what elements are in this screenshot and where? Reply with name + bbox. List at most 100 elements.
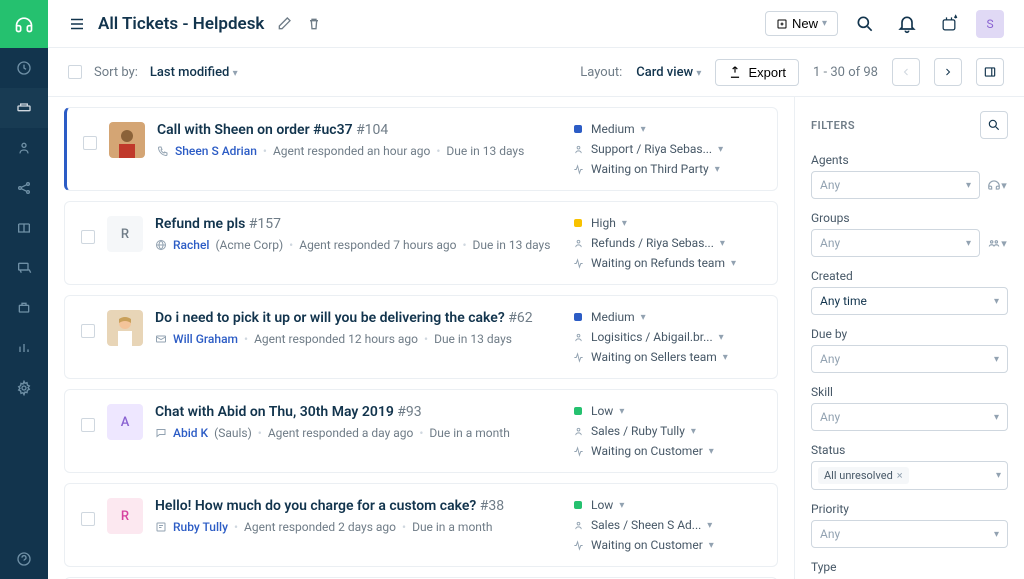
ticket-checkbox[interactable] <box>81 418 95 432</box>
contact-avatar[interactable]: R <box>107 498 143 534</box>
status-dropdown[interactable]: Waiting on Customer ▾ <box>571 444 761 458</box>
group-agent-dropdown[interactable]: Refunds / Riya Sebas... ▾ <box>571 236 761 250</box>
contact-avatar[interactable]: R <box>107 216 143 252</box>
title-actions <box>276 16 322 32</box>
ticket-due: Due in 13 days <box>473 238 551 252</box>
ticket-subject[interactable]: Do i need to pick it up or will you be d… <box>155 310 559 326</box>
sidebar-item-bots[interactable] <box>0 288 48 328</box>
priority-dropdown[interactable]: Medium ▾ <box>571 310 761 324</box>
notifications-icon[interactable] <box>892 9 922 39</box>
ticket-card[interactable]: R Hello! How much do you charge for a cu… <box>64 483 778 567</box>
export-button[interactable]: Export <box>715 59 799 86</box>
status-dropdown[interactable]: Waiting on Refunds team ▾ <box>571 256 761 270</box>
ticket-subject[interactable]: Call with Sheen on order #uc37 #104 <box>157 122 559 138</box>
ticket-list: Call with Sheen on order #uc37 #104 Shee… <box>48 97 794 579</box>
search-icon[interactable] <box>850 9 880 39</box>
user-icon <box>571 144 585 155</box>
content: Call with Sheen on order #uc37 #104 Shee… <box>48 97 1024 579</box>
priority-select[interactable]: Any▾ <box>811 520 1008 548</box>
created-select[interactable]: Any time▾ <box>811 287 1008 315</box>
ticket-properties: Medium ▾ Support / Riya Sebas... ▾ Waiti… <box>571 122 761 176</box>
filter-search-button[interactable] <box>980 111 1008 139</box>
layout-dropdown[interactable]: Card view ▾ <box>636 65 701 80</box>
sidebar-item-contacts[interactable] <box>0 128 48 168</box>
edit-icon[interactable] <box>276 16 292 32</box>
ticket-checkbox[interactable] <box>81 230 95 244</box>
priority-dropdown[interactable]: High ▾ <box>571 216 761 230</box>
group-agent-dropdown[interactable]: Logisitics / Abigail.br... ▾ <box>571 330 761 344</box>
sidebar-item-forums[interactable] <box>0 248 48 288</box>
ticket-checkbox[interactable] <box>81 512 95 526</box>
contact-name[interactable]: Rachel <box>173 238 209 252</box>
sidebar-item-solutions[interactable] <box>0 208 48 248</box>
sidebar-item-admin[interactable] <box>0 368 48 408</box>
ticket-checkbox[interactable] <box>83 136 97 150</box>
ticket-subject[interactable]: Chat with Abid on Thu, 30th May 2019 #93 <box>155 404 559 420</box>
group-agent-dropdown[interactable]: Sales / Ruby Tully ▾ <box>571 424 761 438</box>
select-all-checkbox[interactable] <box>68 65 82 79</box>
subbar-right: Layout: Card view ▾ Export 1 - 30 of 98 <box>580 58 1004 86</box>
filters-panel: FILTERS Agents Any▾ ▾ <box>794 97 1024 579</box>
app-logo[interactable] <box>0 0 48 48</box>
ticket-checkbox[interactable] <box>81 324 95 338</box>
ticket-due: Due in a month <box>429 426 509 440</box>
ticket-main: Call with Sheen on order #uc37 #104 Shee… <box>157 122 559 158</box>
priority-icon <box>571 125 585 133</box>
sidebar-item-social[interactable] <box>0 168 48 208</box>
prev-page-button[interactable] <box>892 58 920 86</box>
user-avatar[interactable]: S <box>976 10 1004 38</box>
sort-label: Sort by: <box>94 65 138 80</box>
contact-avatar[interactable] <box>109 122 145 158</box>
status-dropdown[interactable]: Waiting on Customer ▾ <box>571 538 761 552</box>
contact-avatar[interactable]: A <box>107 404 143 440</box>
hamburger-icon[interactable] <box>68 15 86 33</box>
contact-avatar[interactable] <box>107 310 143 346</box>
contact-name[interactable]: Will Graham <box>173 332 238 346</box>
contact-name[interactable]: Abid K <box>173 426 208 440</box>
filter-label: Created <box>811 269 1008 283</box>
delete-icon[interactable] <box>306 16 322 32</box>
dueby-select[interactable]: Any▾ <box>811 345 1008 373</box>
priority-dropdown[interactable]: Medium ▾ <box>571 122 761 136</box>
ticket-activity: Agent responded 12 hours ago <box>254 332 418 346</box>
sort-dropdown[interactable]: Last modified ▾ <box>150 65 238 80</box>
my-groups-toggle-icon[interactable]: ▾ <box>986 229 1008 257</box>
next-page-button[interactable] <box>934 58 962 86</box>
nav-sidebar <box>0 0 48 579</box>
chevron-down-icon: ▾ <box>622 218 627 229</box>
contact-name[interactable]: Sheen S Adrian <box>175 144 257 158</box>
skill-select[interactable]: Any▾ <box>811 403 1008 431</box>
new-button[interactable]: New ▾ <box>765 11 838 36</box>
chevron-left-icon <box>900 66 912 78</box>
ticket-card[interactable]: R Refund me pls #157 Rachel (Acme Corp) … <box>64 201 778 285</box>
status-dropdown[interactable]: Waiting on Sellers team ▾ <box>571 350 761 364</box>
groups-select[interactable]: Any▾ <box>811 229 980 257</box>
ticket-subject[interactable]: Refund me pls #157 <box>155 216 559 232</box>
ticket-subject[interactable]: Hello! How much do you charge for a cust… <box>155 498 559 514</box>
chevron-down-icon: ▾ <box>994 412 999 423</box>
agents-select[interactable]: Any▾ <box>811 171 980 199</box>
chip-remove-icon[interactable]: × <box>897 469 903 482</box>
group-agent-dropdown[interactable]: Support / Riya Sebas... ▾ <box>571 142 761 156</box>
status-select[interactable]: All unresolved × ▾ <box>811 461 1008 490</box>
filter-label: Groups <box>811 211 1008 225</box>
toggle-filters-button[interactable] <box>976 58 1004 86</box>
ticket-card[interactable]: Call with Sheen on order #uc37 #104 Shee… <box>64 107 778 191</box>
chevron-down-icon: ▾ <box>723 352 728 363</box>
contact-name[interactable]: Ruby Tully <box>173 520 228 534</box>
group-agent-dropdown[interactable]: Sales / Sheen S Ad... ▾ <box>571 518 761 532</box>
ticket-card[interactable]: Do i need to pick it up or will you be d… <box>64 295 778 379</box>
status-dropdown[interactable]: Waiting on Third Party ▾ <box>571 162 761 176</box>
ticket-activity: Agent responded a day ago <box>268 426 414 440</box>
source-icon <box>157 145 169 157</box>
sidebar-item-help[interactable] <box>0 539 48 579</box>
priority-dropdown[interactable]: Low ▾ <box>571 498 761 512</box>
priority-dropdown[interactable]: Low ▾ <box>571 404 761 418</box>
sidebar-item-reports[interactable] <box>0 328 48 368</box>
me-toggle-icon[interactable]: ▾ <box>986 171 1008 199</box>
sidebar-item-dashboard[interactable] <box>0 48 48 88</box>
chevron-down-icon: ▾ <box>691 426 696 437</box>
freddy-ai-icon[interactable] <box>934 9 964 39</box>
sidebar-item-tickets[interactable] <box>0 88 48 128</box>
ticket-card[interactable]: A Chat with Abid on Thu, 30th May 2019 #… <box>64 389 778 473</box>
